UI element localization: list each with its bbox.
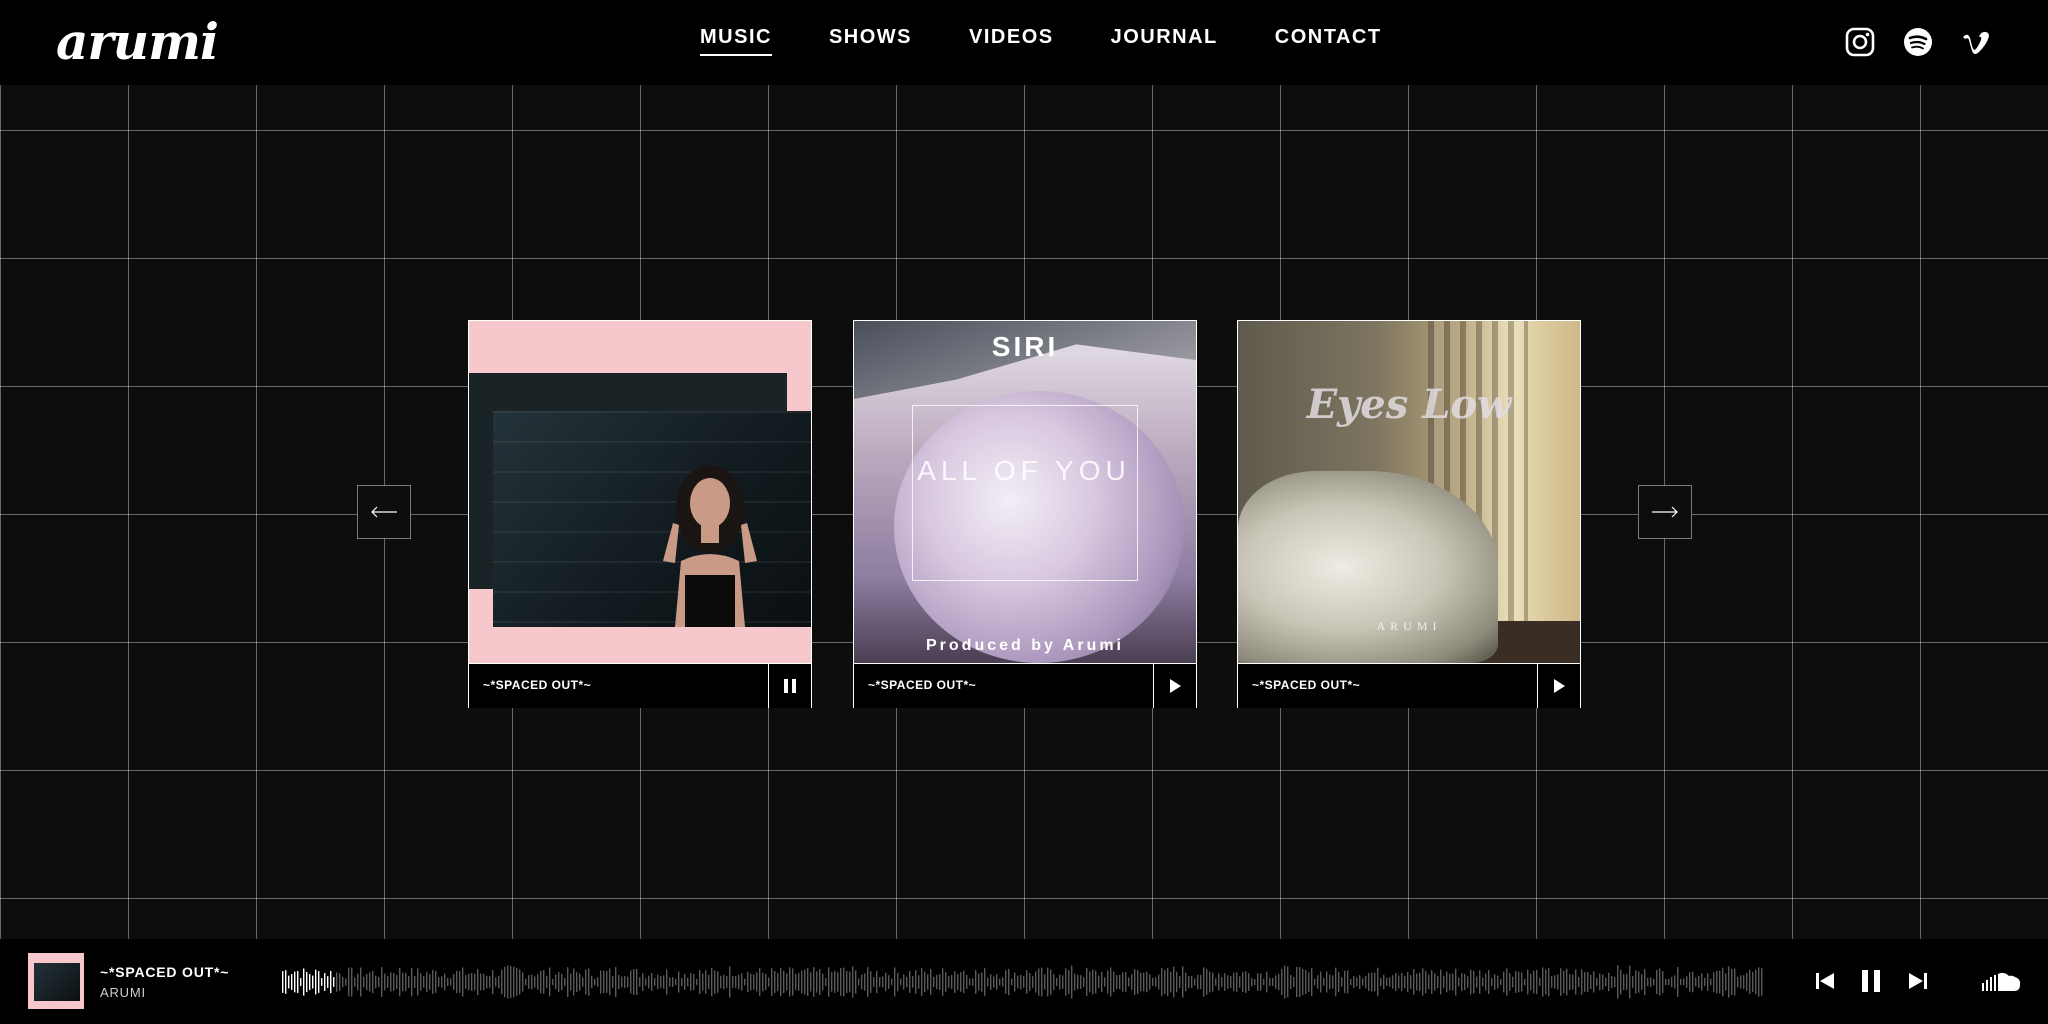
album-cover-eyes-low[interactable]: Eyes Low ARUMI bbox=[1238, 321, 1580, 663]
arrow-left-icon bbox=[371, 506, 397, 518]
card-title: ~*SPACED OUT*~ bbox=[868, 678, 977, 692]
nav-journal[interactable]: JOURNAL bbox=[1111, 26, 1218, 56]
portrait-photo bbox=[663, 465, 757, 627]
instagram-icon[interactable] bbox=[1844, 26, 1876, 58]
arrow-right-icon bbox=[1652, 506, 1678, 518]
pause-icon bbox=[784, 679, 796, 693]
player-track-title: ~*SPACED OUT*~ bbox=[100, 964, 230, 980]
album-cover-siri[interactable]: SIRI ALL OF YOU Produced by Arumi bbox=[854, 321, 1196, 663]
album-cover-spaced-out[interactable] bbox=[469, 321, 811, 663]
carousel-next-button[interactable] bbox=[1638, 485, 1692, 539]
nav-contact[interactable]: CONTACT bbox=[1275, 26, 1382, 56]
audio-player: ~*SPACED OUT*~ ARUMI bbox=[0, 939, 2048, 1024]
pause-icon bbox=[1862, 970, 1880, 992]
cover-text-title: Eyes Low bbox=[1306, 381, 1512, 428]
cover-text-middle: ALL OF YOU bbox=[917, 455, 1131, 486]
play-icon bbox=[1554, 679, 1565, 693]
social-links bbox=[1818, 26, 1992, 58]
previous-track-button[interactable] bbox=[1811, 967, 1839, 995]
card-bar: ~*SPACED OUT*~ bbox=[1238, 663, 1580, 708]
soundcloud-icon[interactable] bbox=[1982, 971, 2022, 993]
skip-back-icon bbox=[1816, 973, 1834, 989]
nav-videos[interactable]: VIDEOS bbox=[969, 26, 1054, 56]
skip-forward-icon bbox=[1909, 973, 1927, 989]
player-pause-button[interactable] bbox=[1857, 967, 1885, 995]
main-nav: MUSIC SHOWS VIDEOS JOURNAL CONTACT bbox=[700, 26, 1439, 56]
nav-shows[interactable]: SHOWS bbox=[829, 26, 912, 56]
player-thumbnail[interactable] bbox=[28, 953, 84, 1009]
card-bar: ~*SPACED OUT*~ bbox=[469, 663, 811, 708]
play-icon bbox=[1170, 679, 1181, 693]
carousel-prev-button[interactable] bbox=[357, 485, 411, 539]
card-bar: ~*SPACED OUT*~ bbox=[854, 663, 1196, 708]
nav-music[interactable]: MUSIC bbox=[700, 26, 772, 56]
cover-text-bottom: Produced by Arumi bbox=[926, 637, 1124, 654]
card-pause-button[interactable] bbox=[768, 664, 811, 708]
player-artist: ARUMI bbox=[100, 985, 146, 1000]
card-play-button[interactable] bbox=[1537, 664, 1580, 708]
site-logo[interactable]: arumi bbox=[56, 12, 219, 71]
cover-text-artist: ARUMI bbox=[1376, 619, 1442, 633]
album-card: Eyes Low ARUMI ~*SPACED OUT*~ bbox=[1237, 320, 1581, 708]
card-title: ~*SPACED OUT*~ bbox=[1252, 678, 1361, 692]
album-card: ~*SPACED OUT*~ bbox=[468, 320, 812, 708]
cover-text-top: SIRI bbox=[991, 331, 1059, 362]
vimeo-icon[interactable] bbox=[1960, 26, 1992, 58]
spotify-icon[interactable] bbox=[1902, 26, 1934, 58]
waveform-seekbar[interactable] bbox=[282, 965, 1766, 999]
card-play-button[interactable] bbox=[1153, 664, 1196, 708]
album-card: SIRI ALL OF YOU Produced by Arumi ~*SPAC… bbox=[853, 320, 1197, 708]
card-title: ~*SPACED OUT*~ bbox=[483, 678, 592, 692]
site-header: arumi MUSIC SHOWS VIDEOS JOURNAL CONTACT bbox=[0, 0, 2048, 85]
next-track-button[interactable] bbox=[1904, 967, 1932, 995]
